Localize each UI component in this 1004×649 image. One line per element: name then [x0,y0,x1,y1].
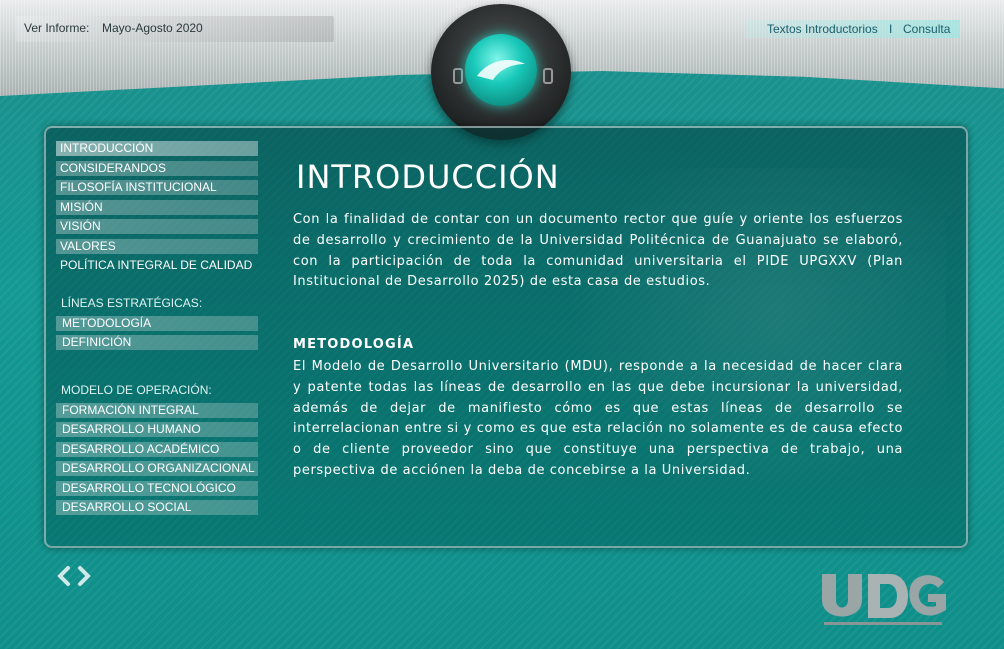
operation-model-heading: MODELO DE OPERACIÓN: [61,383,212,397]
menu-introduccion[interactable]: INTRODUCCIÓN [56,141,258,156]
menu-desarrollo-social[interactable]: DESARROLLO SOCIAL [56,500,258,515]
methodology-paragraph: El Modelo de Desarrollo Universitario (M… [293,359,903,478]
top-links: Textos Introductorios I Consulta [746,20,960,38]
menu-mision[interactable]: MISIÓN [56,200,258,215]
menu-definicion[interactable]: DEFINICIÓN [56,335,258,350]
link-separator: I [889,22,893,36]
home-orb-button[interactable] [431,4,571,140]
menu-politica-integral[interactable]: POLÍTICA INTEGRAL DE CALIDAD [56,258,258,273]
menu-filosofia-institucional[interactable]: FILOSOFÍA INSTITUCIONAL [56,180,258,195]
university-logo [818,570,950,630]
section-subheading: METODOLOGÍA [293,337,415,352]
arrows-icon [57,566,91,586]
link-textos-introductorios[interactable]: Textos Introductorios [767,22,878,36]
page-title: INTRODUCCIÓN [296,158,560,196]
report-selector[interactable]: Ver Informe: Mayo-Agosto 2020 [16,16,334,42]
strategic-lines-heading: LÍNEAS ESTRATÉGICAS: [61,296,203,310]
prev-next-arrows[interactable] [56,564,92,588]
menu-vision[interactable]: VISIÓN [56,219,258,234]
orb-logo-icon [465,34,537,106]
report-period[interactable]: Mayo-Agosto 2020 [102,21,203,35]
menu-desarrollo-organizacional[interactable]: DESARROLLO ORGANIZACIONAL [56,461,258,476]
orb-right-notch [543,68,553,84]
link-consulta[interactable]: Consulta [903,22,950,36]
orb-left-notch [453,68,463,84]
intro-paragraph: Con la finalidad de contar con un docume… [293,212,903,290]
menu-considerandos[interactable]: CONSIDERANDOS [56,161,258,176]
menu-desarrollo-humano[interactable]: DESARROLLO HUMANO [56,422,258,437]
menu-desarrollo-tecnologico[interactable]: DESARROLLO TECNOLÓGICO [56,481,258,496]
menu-metodologia[interactable]: METODOLOGÍA [56,316,258,331]
menu-valores[interactable]: VALORES [56,239,258,254]
menu-formacion-integral[interactable]: FORMACIÓN INTEGRAL [56,403,258,418]
report-label: Ver Informe: [24,21,90,35]
menu-desarrollo-academico[interactable]: DESARROLLO ACADÉMICO [56,442,258,457]
